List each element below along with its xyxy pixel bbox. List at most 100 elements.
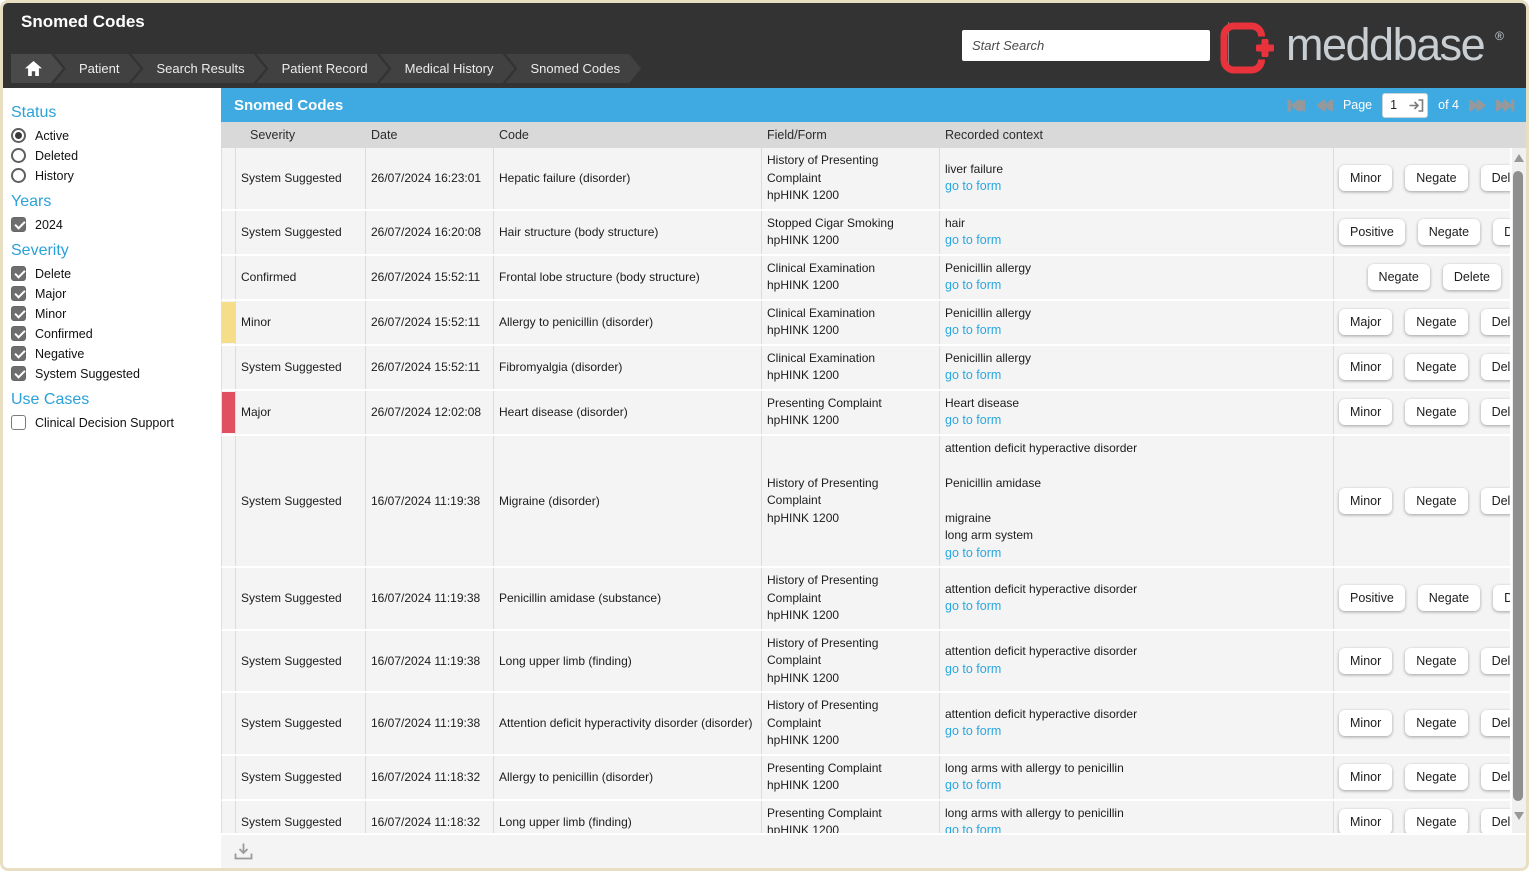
- minor-button[interactable]: Minor: [1339, 165, 1393, 192]
- negate-button[interactable]: Negate: [1417, 585, 1481, 612]
- negate-button[interactable]: Negate: [1405, 764, 1468, 790]
- code-value: Allergy to penicillin (disorder): [499, 770, 654, 784]
- delete-button[interactable]: Delete: [1480, 647, 1510, 674]
- row-actions: Major Negate Delete: [1334, 301, 1510, 344]
- negate-button[interactable]: Negate: [1405, 399, 1468, 425]
- go-to-form-link[interactable]: go to form: [945, 723, 1001, 741]
- vertical-scrollbar[interactable]: [1510, 148, 1526, 833]
- severity-indicator: [222, 149, 235, 208]
- last-page-button[interactable]: [1496, 99, 1515, 112]
- field-form-cell: History of Presenting Complaint hpHINK 1…: [762, 435, 940, 566]
- minor-button[interactable]: Minor: [1339, 764, 1393, 790]
- minor-button[interactable]: Minor: [1339, 809, 1393, 833]
- column-header-recorded-context: Recorded context: [945, 128, 1043, 142]
- delete-button[interactable]: Delete: [1480, 809, 1510, 833]
- go-to-form-link[interactable]: go to form: [945, 178, 1001, 196]
- table-viewport: Severity Date Code Field/Form Recorded c…: [221, 122, 1526, 833]
- delete-button[interactable]: Delete: [1442, 264, 1501, 290]
- negate-button[interactable]: Negate: [1405, 309, 1468, 335]
- checkbox-confirmed[interactable]: Confirmed: [11, 326, 221, 341]
- negate-button[interactable]: Negate: [1405, 647, 1468, 674]
- page-number-input[interactable]: [1383, 98, 1406, 112]
- go-to-form-link[interactable]: go to form: [945, 232, 1001, 250]
- major-button[interactable]: Major: [1339, 309, 1393, 335]
- delete-button[interactable]: Delete: [1480, 354, 1510, 380]
- breadcrumb-item-patient[interactable]: Patient: [54, 54, 140, 83]
- positive-button[interactable]: Positive: [1339, 585, 1405, 612]
- minor-button[interactable]: Minor: [1339, 354, 1393, 380]
- table-row: System Suggested 16/07/2024 11:18:32 Lon…: [221, 800, 1510, 833]
- context-line: migraine: [945, 510, 992, 525]
- scroll-down-arrow-icon[interactable]: [1514, 812, 1524, 820]
- field-value: Stopped Cigar Smoking: [767, 215, 894, 230]
- minor-button[interactable]: Minor: [1339, 399, 1393, 425]
- go-to-form-link[interactable]: go to form: [945, 661, 1001, 679]
- scroll-up-arrow-icon[interactable]: [1514, 154, 1524, 162]
- minor-button[interactable]: Minor: [1339, 647, 1393, 674]
- go-to-form-link[interactable]: go to form: [945, 822, 1001, 833]
- breadcrumb-item-snomed-codes[interactable]: Snomed Codes: [506, 54, 642, 83]
- scrollbar-thumb[interactable]: [1513, 171, 1523, 801]
- breadcrumb-item-patient-record[interactable]: Patient Record: [257, 54, 389, 83]
- go-to-form-link[interactable]: go to form: [945, 777, 1001, 795]
- table-body: System Suggested 26/07/2024 16:23:01 Hep…: [221, 148, 1510, 833]
- checkbox-delete[interactable]: Delete: [11, 266, 221, 281]
- checkbox-2024[interactable]: 2024: [11, 217, 221, 232]
- positive-button[interactable]: Positive: [1339, 219, 1405, 245]
- first-page-button[interactable]: [1287, 99, 1306, 112]
- delete-button[interactable]: Delete: [1493, 219, 1510, 245]
- radio-active[interactable]: Active: [11, 128, 221, 143]
- checkbox-negative[interactable]: Negative: [11, 346, 221, 361]
- previous-page-button[interactable]: [1316, 99, 1333, 112]
- minor-button[interactable]: Minor: [1339, 487, 1393, 514]
- negate-button[interactable]: Negate: [1367, 264, 1430, 290]
- delete-button[interactable]: Delete: [1493, 585, 1510, 612]
- go-to-form-link[interactable]: go to form: [945, 367, 1001, 385]
- negate-button[interactable]: Negate: [1405, 809, 1468, 833]
- severity-cell: Major: [236, 390, 366, 434]
- column-header-severity: Severity: [250, 128, 296, 142]
- form-value: hpHINK 1200: [767, 823, 840, 833]
- download-button[interactable]: [234, 843, 253, 860]
- negate-button[interactable]: Negate: [1405, 165, 1468, 192]
- severity-indicator: [222, 437, 235, 566]
- context-lines: Penicillin allergy: [945, 260, 1328, 278]
- go-to-form-link[interactable]: go to form: [945, 412, 1001, 430]
- option-label: Deleted: [35, 148, 79, 163]
- delete-button[interactable]: Delete: [1480, 710, 1510, 737]
- breadcrumb-item-search-results[interactable]: Search Results: [131, 54, 265, 83]
- breadcrumb-home[interactable]: [11, 54, 63, 83]
- negate-button[interactable]: Negate: [1405, 354, 1468, 380]
- minor-button[interactable]: Minor: [1339, 710, 1393, 737]
- delete-button[interactable]: Delete: [1480, 309, 1510, 335]
- delete-button[interactable]: Delete: [1480, 487, 1510, 514]
- next-page-button[interactable]: [1469, 99, 1486, 112]
- form-value: hpHINK 1200: [767, 413, 840, 427]
- page-count-label: of 4: [1438, 98, 1459, 112]
- radio-deleted[interactable]: Deleted: [11, 148, 221, 163]
- context-line: long arms with allergy to penicillin: [945, 760, 1124, 775]
- go-to-form-link[interactable]: go to form: [945, 322, 1001, 340]
- negate-button[interactable]: Negate: [1405, 487, 1468, 514]
- delete-button[interactable]: Delete: [1480, 399, 1510, 425]
- context-line: long arms with allergy to penicillin: [945, 805, 1124, 820]
- go-to-page-icon[interactable]: [1409, 98, 1424, 112]
- search-input[interactable]: [962, 30, 1210, 61]
- go-to-form-link[interactable]: go to form: [945, 277, 1001, 295]
- radio-history[interactable]: History: [11, 168, 221, 183]
- checkbox-clinical-decision-support[interactable]: Clinical Decision Support: [11, 415, 221, 430]
- checkbox-minor[interactable]: Minor: [11, 306, 221, 321]
- negate-button[interactable]: Negate: [1405, 710, 1468, 737]
- severity-indicator: [222, 569, 235, 628]
- field-form-cell: History of Presenting Complaint hpHINK 1…: [762, 630, 940, 691]
- delete-button[interactable]: Delete: [1480, 764, 1510, 790]
- go-to-form-link[interactable]: go to form: [945, 545, 1001, 563]
- delete-button[interactable]: Delete: [1480, 165, 1510, 192]
- date-cell: 26/07/2024 16:20:08: [366, 210, 494, 254]
- checkbox-major[interactable]: Major: [11, 286, 221, 301]
- checkbox-system-suggested[interactable]: System Suggested: [11, 366, 221, 381]
- negate-button[interactable]: Negate: [1417, 219, 1481, 245]
- go-to-form-link[interactable]: go to form: [945, 598, 1001, 616]
- breadcrumb-item-medical-history[interactable]: Medical History: [380, 54, 515, 83]
- logo-text: meddbase: [1286, 19, 1486, 70]
